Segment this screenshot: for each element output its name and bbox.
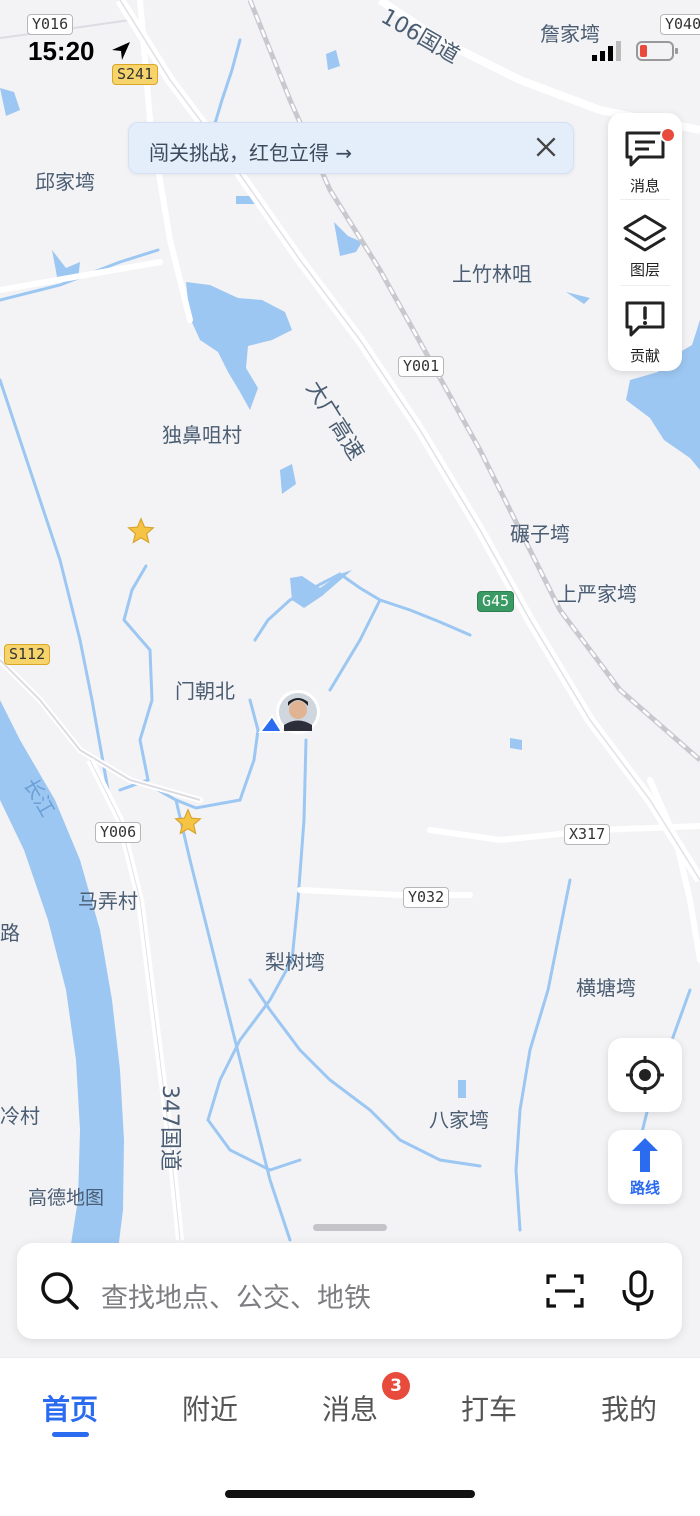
- contribute-button-label: 贡献: [629, 347, 660, 365]
- tab-me[interactable]: 我的: [569, 1388, 689, 1428]
- route-button[interactable]: 路线: [608, 1130, 682, 1204]
- star-icon[interactable]: [127, 517, 155, 545]
- place-label: 冷村: [0, 1104, 40, 1128]
- tab-taxi[interactable]: 打车: [429, 1388, 549, 1428]
- place-label: 八家塆: [429, 1108, 489, 1132]
- microphone-icon[interactable]: [621, 1269, 655, 1313]
- search-input[interactable]: 查找地点、公交、地铁: [101, 1276, 371, 1315]
- road-shield: Y032: [403, 887, 450, 908]
- contribute-button[interactable]: 贡献: [608, 287, 682, 369]
- tab-home[interactable]: 首页: [10, 1388, 130, 1428]
- scan-icon[interactable]: [545, 1273, 585, 1309]
- messages-button[interactable]: 消息: [608, 117, 682, 199]
- map-attribution: 高德地图: [28, 1187, 105, 1209]
- place-label: 门朝北: [175, 679, 235, 703]
- crosshair-icon: [626, 1056, 664, 1094]
- road-shield: S112: [4, 644, 51, 665]
- divider: [620, 199, 670, 200]
- layers-button-label: 图层: [629, 261, 660, 279]
- messages-button-label: 消息: [629, 177, 660, 195]
- star-icon[interactable]: [174, 808, 202, 836]
- locate-button[interactable]: [608, 1038, 682, 1112]
- place-label: 横塘塆: [576, 976, 636, 1000]
- place-label: 邱家塆: [35, 170, 95, 194]
- close-icon[interactable]: [533, 134, 559, 160]
- home-indicator: [225, 1490, 475, 1498]
- promo-banner[interactable]: 闯关挑战，红包立得 →: [128, 122, 574, 174]
- layers-button[interactable]: 图层: [608, 201, 682, 283]
- place-label: 上严家塆: [557, 582, 637, 606]
- search-icon: [41, 1272, 79, 1310]
- road-shield: Y006: [95, 822, 142, 843]
- place-label: 碾子塆: [510, 522, 570, 546]
- promo-banner-text[interactable]: 闯关挑战，红包立得 →: [149, 137, 352, 166]
- search-bar[interactable]: 查找地点、公交、地铁: [17, 1243, 682, 1339]
- road-shield: Y001: [398, 356, 445, 377]
- place-label: 上竹林咀: [452, 262, 532, 286]
- signal-icon: [592, 41, 621, 61]
- route-arrow-icon: [632, 1138, 658, 1172]
- place-label: 独鼻咀村: [162, 423, 242, 447]
- route-button-label: 路线: [629, 1179, 660, 1197]
- notification-dot: [660, 127, 676, 143]
- location-arrow-icon: [112, 42, 130, 60]
- place-label: 梨树塆: [265, 950, 325, 974]
- road-name-national-347: 347国道: [157, 1085, 182, 1171]
- status-bar: 15:20: [0, 0, 700, 80]
- tab-messages-badge: 3: [382, 1372, 410, 1400]
- tab-nearby[interactable]: 附近: [150, 1388, 270, 1428]
- map-tools-panel: 消息 图层 贡献: [608, 113, 682, 371]
- battery-icon: [636, 41, 678, 61]
- active-tab-indicator: [52, 1432, 89, 1437]
- road-shield: G45: [477, 591, 515, 612]
- status-time: 15:20: [28, 36, 95, 66]
- sheet-drag-handle[interactable]: [313, 1224, 387, 1231]
- divider: [620, 285, 670, 286]
- place-label: 路: [0, 921, 20, 945]
- layers-icon: [623, 214, 667, 252]
- report-icon: [625, 301, 665, 337]
- place-label: 马弄村: [78, 889, 138, 913]
- road-shield: X317: [564, 824, 611, 845]
- user-location-avatar[interactable]: [258, 688, 326, 738]
